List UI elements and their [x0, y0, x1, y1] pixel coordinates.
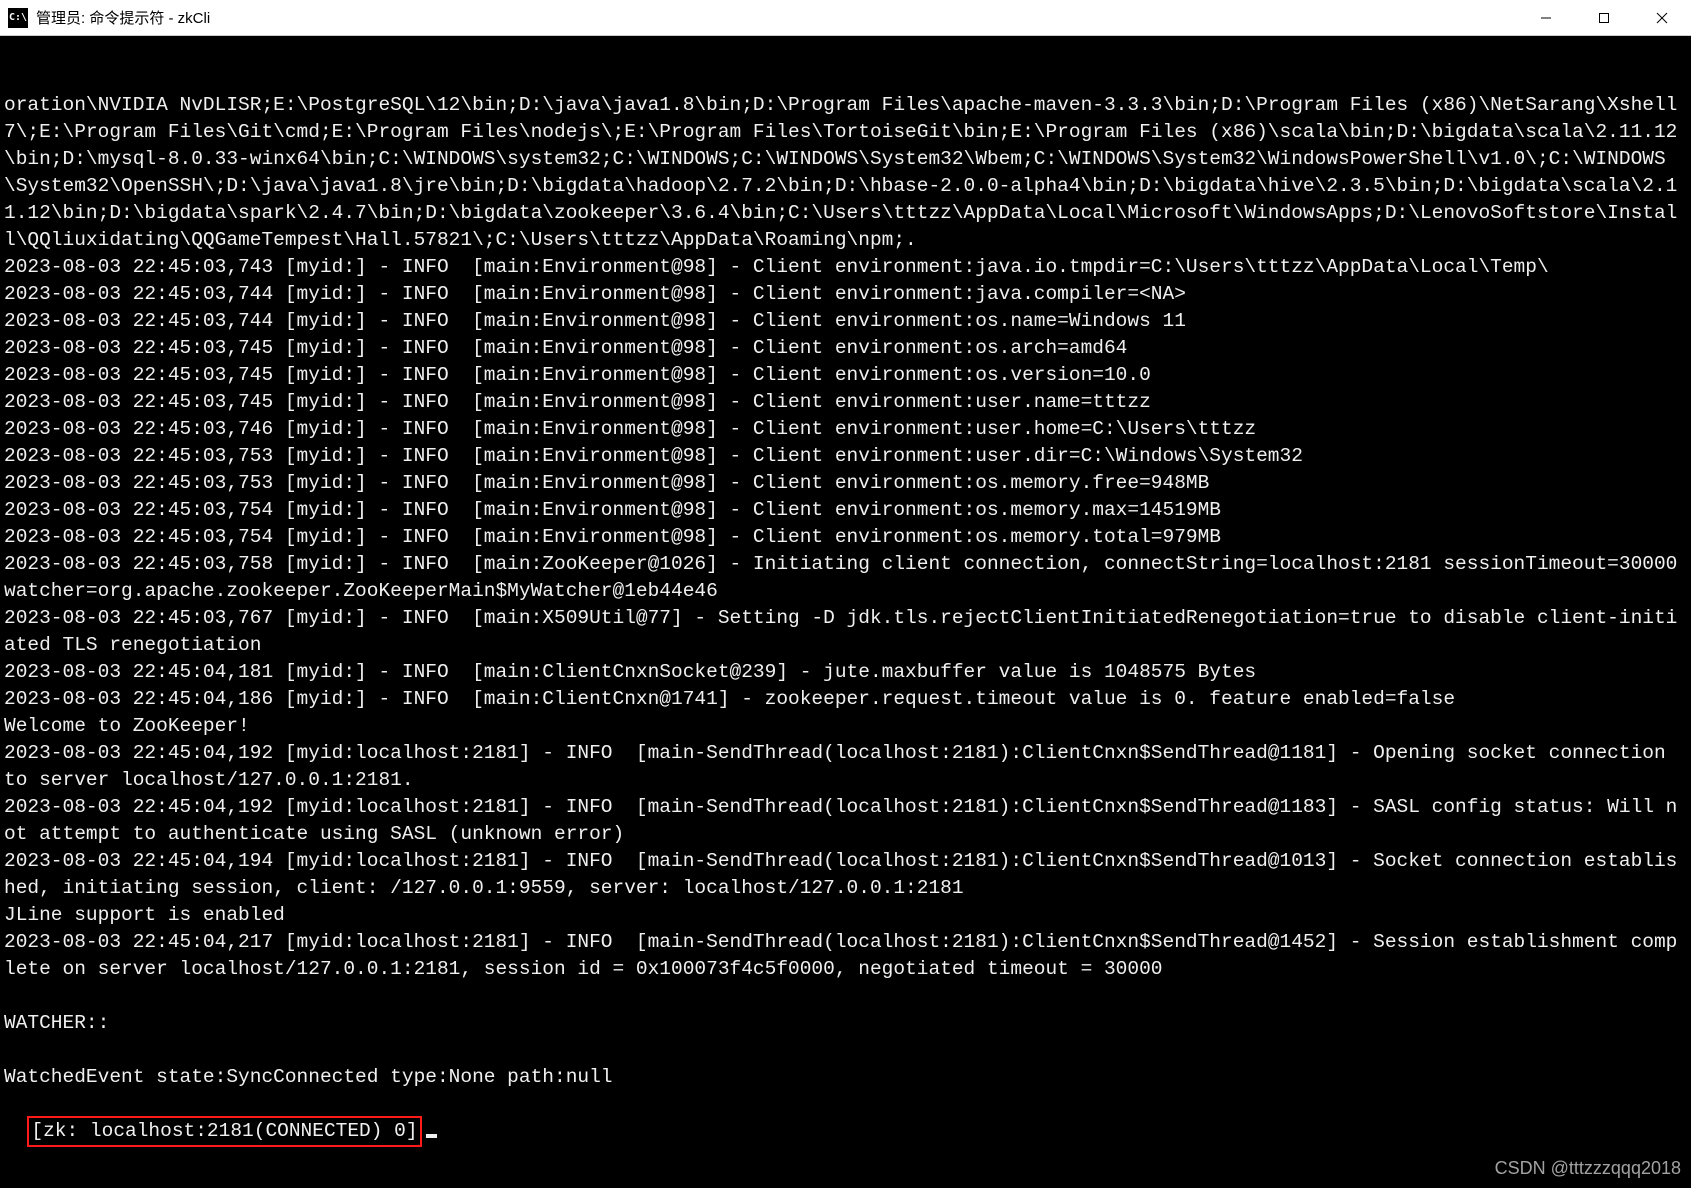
terminal-line: 2023-08-03 22:45:03,743 [myid:] - INFO […	[4, 254, 1687, 281]
csdn-watermark: CSDN @tttzzzqqq2018	[1495, 1155, 1681, 1182]
terminal-line: 2023-08-03 22:45:03,754 [myid:] - INFO […	[4, 524, 1687, 551]
terminal-line: WatchedEvent state:SyncConnected type:No…	[4, 1064, 1687, 1091]
terminal-line: 2023-08-03 22:45:04,217 [myid:localhost:…	[4, 929, 1687, 983]
terminal-line: 2023-08-03 22:45:03,767 [myid:] - INFO […	[4, 605, 1687, 659]
terminal-line: WATCHER::	[4, 1010, 1687, 1037]
terminal-line: 2023-08-03 22:45:03,753 [myid:] - INFO […	[4, 470, 1687, 497]
terminal-line: 2023-08-03 22:45:03,745 [myid:] - INFO […	[4, 362, 1687, 389]
window-titlebar: C:\ 管理员: 命令提示符 - zkCli	[0, 0, 1691, 36]
cmd-icon-label: C:\	[9, 13, 27, 23]
terminal-line: 2023-08-03 22:45:04,192 [myid:localhost:…	[4, 740, 1687, 794]
terminal-line: 2023-08-03 22:45:03,758 [myid:] - INFO […	[4, 551, 1687, 605]
terminal-line: 2023-08-03 22:45:03,744 [myid:] - INFO […	[4, 308, 1687, 335]
terminal-line: 2023-08-03 22:45:04,194 [myid:localhost:…	[4, 848, 1687, 902]
terminal-line	[4, 983, 1687, 1010]
terminal-line: 2023-08-03 22:45:04,186 [myid:] - INFO […	[4, 686, 1687, 713]
terminal-line: Welcome to ZooKeeper!	[4, 713, 1687, 740]
window-title: 管理员: 命令提示符 - zkCli	[36, 7, 210, 28]
terminal-line: 2023-08-03 22:45:04,192 [myid:localhost:…	[4, 794, 1687, 848]
terminal-line: JLine support is enabled	[4, 902, 1687, 929]
terminal-line: 2023-08-03 22:45:03,753 [myid:] - INFO […	[4, 443, 1687, 470]
terminal-line: 2023-08-03 22:45:03,745 [myid:] - INFO […	[4, 335, 1687, 362]
zk-prompt: [zk: localhost:2181(CONNECTED) 0]	[31, 1120, 417, 1142]
terminal-line: 2023-08-03 22:45:03,754 [myid:] - INFO […	[4, 497, 1687, 524]
terminal-line: 2023-08-03 22:45:03,745 [myid:] - INFO […	[4, 389, 1687, 416]
minimize-button[interactable]	[1517, 0, 1575, 36]
terminal-line: 2023-08-03 22:45:03,746 [myid:] - INFO […	[4, 416, 1687, 443]
terminal-output[interactable]: oration\NVIDIA NvDLISR;E:\PostgreSQL\12\…	[0, 36, 1691, 1188]
maximize-button[interactable]	[1575, 0, 1633, 36]
zk-prompt-highlight: [zk: localhost:2181(CONNECTED) 0]	[27, 1116, 421, 1147]
terminal-line	[4, 1037, 1687, 1064]
maximize-icon	[1598, 12, 1610, 24]
terminal-lines: oration\NVIDIA NvDLISR;E:\PostgreSQL\12\…	[4, 92, 1687, 1091]
close-button[interactable]	[1633, 0, 1691, 36]
close-icon	[1656, 12, 1668, 24]
minimize-icon	[1540, 12, 1552, 24]
terminal-line: 2023-08-03 22:45:04,181 [myid:] - INFO […	[4, 659, 1687, 686]
terminal-cursor	[426, 1134, 437, 1138]
cmd-icon: C:\	[8, 8, 28, 28]
terminal-line: 2023-08-03 22:45:03,744 [myid:] - INFO […	[4, 281, 1687, 308]
terminal-line: oration\NVIDIA NvDLISR;E:\PostgreSQL\12\…	[4, 92, 1687, 254]
